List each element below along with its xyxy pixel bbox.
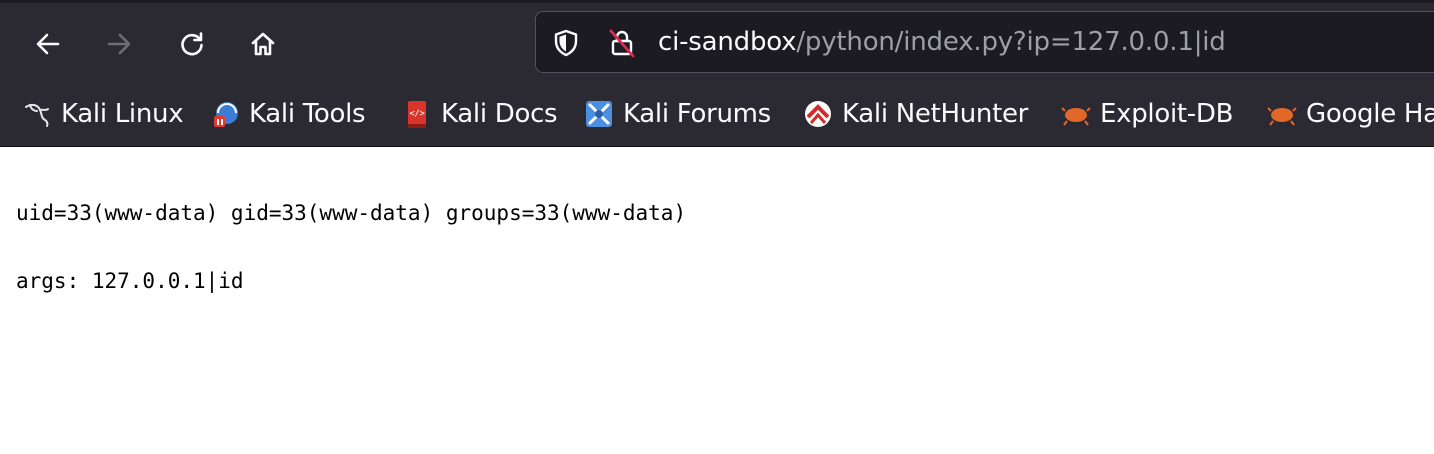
nethunter-icon [803, 99, 833, 129]
bookmark-label: Exploit-DB [1100, 99, 1234, 129]
browser-chrome: ci-sandbox/python/index.py?ip=127.0.0.1|… [0, 0, 1434, 147]
bookmark-kali-tools[interactable]: Kali Tools [210, 88, 366, 140]
kali-forums-icon [584, 99, 614, 129]
reload-icon [181, 32, 203, 56]
back-button[interactable] [26, 22, 70, 66]
kali-dragon-icon [22, 99, 52, 129]
home-button[interactable] [241, 22, 285, 66]
bookmark-kali-docs[interactable]: </> Kali Docs [402, 88, 558, 140]
url-host: ci-sandbox [658, 27, 797, 57]
forward-button[interactable] [97, 22, 141, 66]
kali-docs-icon: </> [402, 99, 432, 129]
ghdb-icon [1267, 99, 1297, 129]
bookmark-label: Google Ha [1306, 99, 1434, 129]
bookmark-label: Kali NetHunter [842, 99, 1029, 129]
arrow-right-icon [107, 33, 131, 55]
exploit-db-icon [1061, 99, 1091, 129]
site-security-button[interactable] [606, 27, 638, 59]
arrow-left-icon [36, 33, 60, 55]
shield-icon [554, 29, 578, 57]
bookmark-kali-nethunter[interactable]: Kali NetHunter [803, 88, 1028, 140]
reload-button[interactable] [170, 22, 214, 66]
bookmark-label: Kali Forums [623, 99, 771, 129]
svg-text:</>: </> [409, 109, 425, 119]
window-top-edge [0, 0, 1434, 3]
bookmark-google-hacking[interactable]: Google Ha [1267, 88, 1434, 140]
bookmarks-toolbar: Kali Linux Kali Tools </> Kali Docs Kali… [0, 88, 1434, 140]
tracking-protection-button[interactable] [550, 27, 582, 59]
args-line: args: 127.0.0.1|id [16, 269, 244, 293]
kali-tools-icon [210, 99, 240, 129]
bookmark-label: Kali Linux [61, 99, 184, 129]
page-content: uid=33(www-data) gid=33(www-data) groups… [16, 196, 686, 332]
bookmark-label: Kali Docs [441, 99, 558, 129]
bookmark-label: Kali Tools [249, 99, 366, 129]
address-bar[interactable]: ci-sandbox/python/index.py?ip=127.0.0.1|… [535, 11, 1434, 73]
url-text[interactable]: ci-sandbox/python/index.py?ip=127.0.0.1|… [658, 24, 1226, 60]
home-icon [251, 32, 275, 56]
bookmark-kali-linux[interactable]: Kali Linux [22, 88, 184, 140]
bookmark-kali-forums[interactable]: Kali Forums [584, 88, 771, 140]
command-output: uid=33(www-data) gid=33(www-data) groups… [16, 201, 687, 225]
url-path: /python/index.py?ip=127.0.0.1|id [796, 27, 1226, 57]
bookmark-exploit-db[interactable]: Exploit-DB [1061, 88, 1233, 140]
insecure-lock-icon [609, 29, 635, 58]
